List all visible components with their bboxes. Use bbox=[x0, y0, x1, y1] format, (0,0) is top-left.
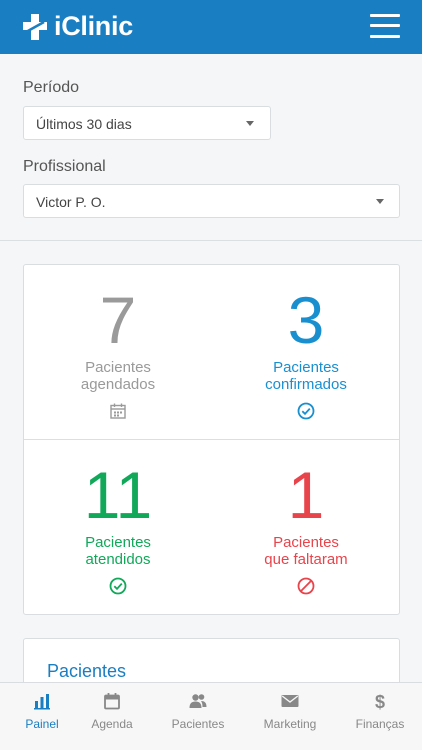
nav-label-marketing: Marketing bbox=[263, 717, 317, 731]
stat-confirmed-number: 3 bbox=[287, 283, 325, 357]
stat-confirmed[interactable]: 3 Pacientes confirmados bbox=[212, 287, 400, 425]
nav-item-agenda[interactable]: Agenda bbox=[70, 683, 154, 750]
check-circle-icon bbox=[109, 577, 127, 595]
brand-name: iClinic bbox=[54, 11, 133, 41]
professional-label: Profissional bbox=[23, 158, 106, 175]
period-label: Período bbox=[23, 79, 80, 96]
ban-icon bbox=[297, 577, 315, 595]
nav-label-financas: Finanças bbox=[355, 717, 405, 731]
nav-label-agenda: Agenda bbox=[91, 717, 133, 731]
hamburger-menu-icon[interactable] bbox=[370, 13, 400, 39]
period-select[interactable]: Últimos 30 dias bbox=[23, 106, 271, 140]
chevron-down-icon bbox=[376, 199, 384, 204]
top-bar: iClinic bbox=[0, 0, 422, 54]
nav-label-pacientes: Pacientes bbox=[171, 717, 225, 731]
stat-attended-label-line1: Pacientes bbox=[85, 534, 151, 551]
envelope-icon bbox=[281, 695, 299, 707]
professional-select[interactable]: Victor P. O. bbox=[23, 184, 400, 218]
stat-missed-label-line2: que faltaram bbox=[264, 551, 348, 568]
svg-text:$: $ bbox=[375, 692, 385, 710]
check-circle-icon bbox=[297, 402, 315, 420]
iclinic-logo-icon bbox=[23, 13, 47, 40]
bar-chart-icon bbox=[34, 694, 50, 710]
stat-scheduled[interactable]: 7 Pacientes agendados bbox=[24, 287, 212, 425]
nav-item-pacientes[interactable]: Pacientes bbox=[156, 683, 240, 750]
period-select-value: Últimos 30 dias bbox=[36, 116, 132, 132]
section-divider bbox=[0, 240, 422, 241]
patient-stats-card: 7 Pacientes agendados 3 Pacientes confir… bbox=[23, 264, 400, 615]
bottom-nav: Painel Agenda Pacientes Marketing $ Fina… bbox=[0, 682, 422, 750]
professional-select-value: Victor P. O. bbox=[36, 194, 106, 210]
app-logo[interactable]: iClinic bbox=[22, 11, 133, 42]
patients-section-title: Pacientes bbox=[47, 661, 127, 681]
stat-attended-label-line2: atendidos bbox=[85, 551, 151, 568]
calendar-icon bbox=[104, 693, 120, 710]
users-icon bbox=[189, 694, 207, 708]
chevron-down-icon bbox=[246, 121, 254, 126]
stat-confirmed-label-line2: confirmados bbox=[265, 376, 347, 393]
dollar-icon: $ bbox=[375, 692, 385, 710]
stats-divider bbox=[24, 439, 399, 440]
stat-attended-number: 11 bbox=[83, 458, 153, 532]
stat-scheduled-label-line1: Pacientes bbox=[85, 359, 151, 376]
stat-missed-number: 1 bbox=[287, 458, 325, 532]
calendar-icon bbox=[110, 403, 126, 419]
stat-scheduled-number: 7 bbox=[99, 283, 137, 357]
stat-scheduled-label-line2: agendados bbox=[80, 376, 156, 393]
stat-confirmed-label-line1: Pacientes bbox=[273, 359, 339, 376]
nav-item-financas[interactable]: $ Finanças bbox=[338, 683, 422, 750]
stat-attended[interactable]: 11 Pacientes atendidos bbox=[24, 462, 212, 600]
nav-item-marketing[interactable]: Marketing bbox=[248, 683, 332, 750]
stat-missed[interactable]: 1 Pacientes que faltaram bbox=[212, 462, 400, 600]
stat-missed-label-line1: Pacientes bbox=[273, 534, 339, 551]
